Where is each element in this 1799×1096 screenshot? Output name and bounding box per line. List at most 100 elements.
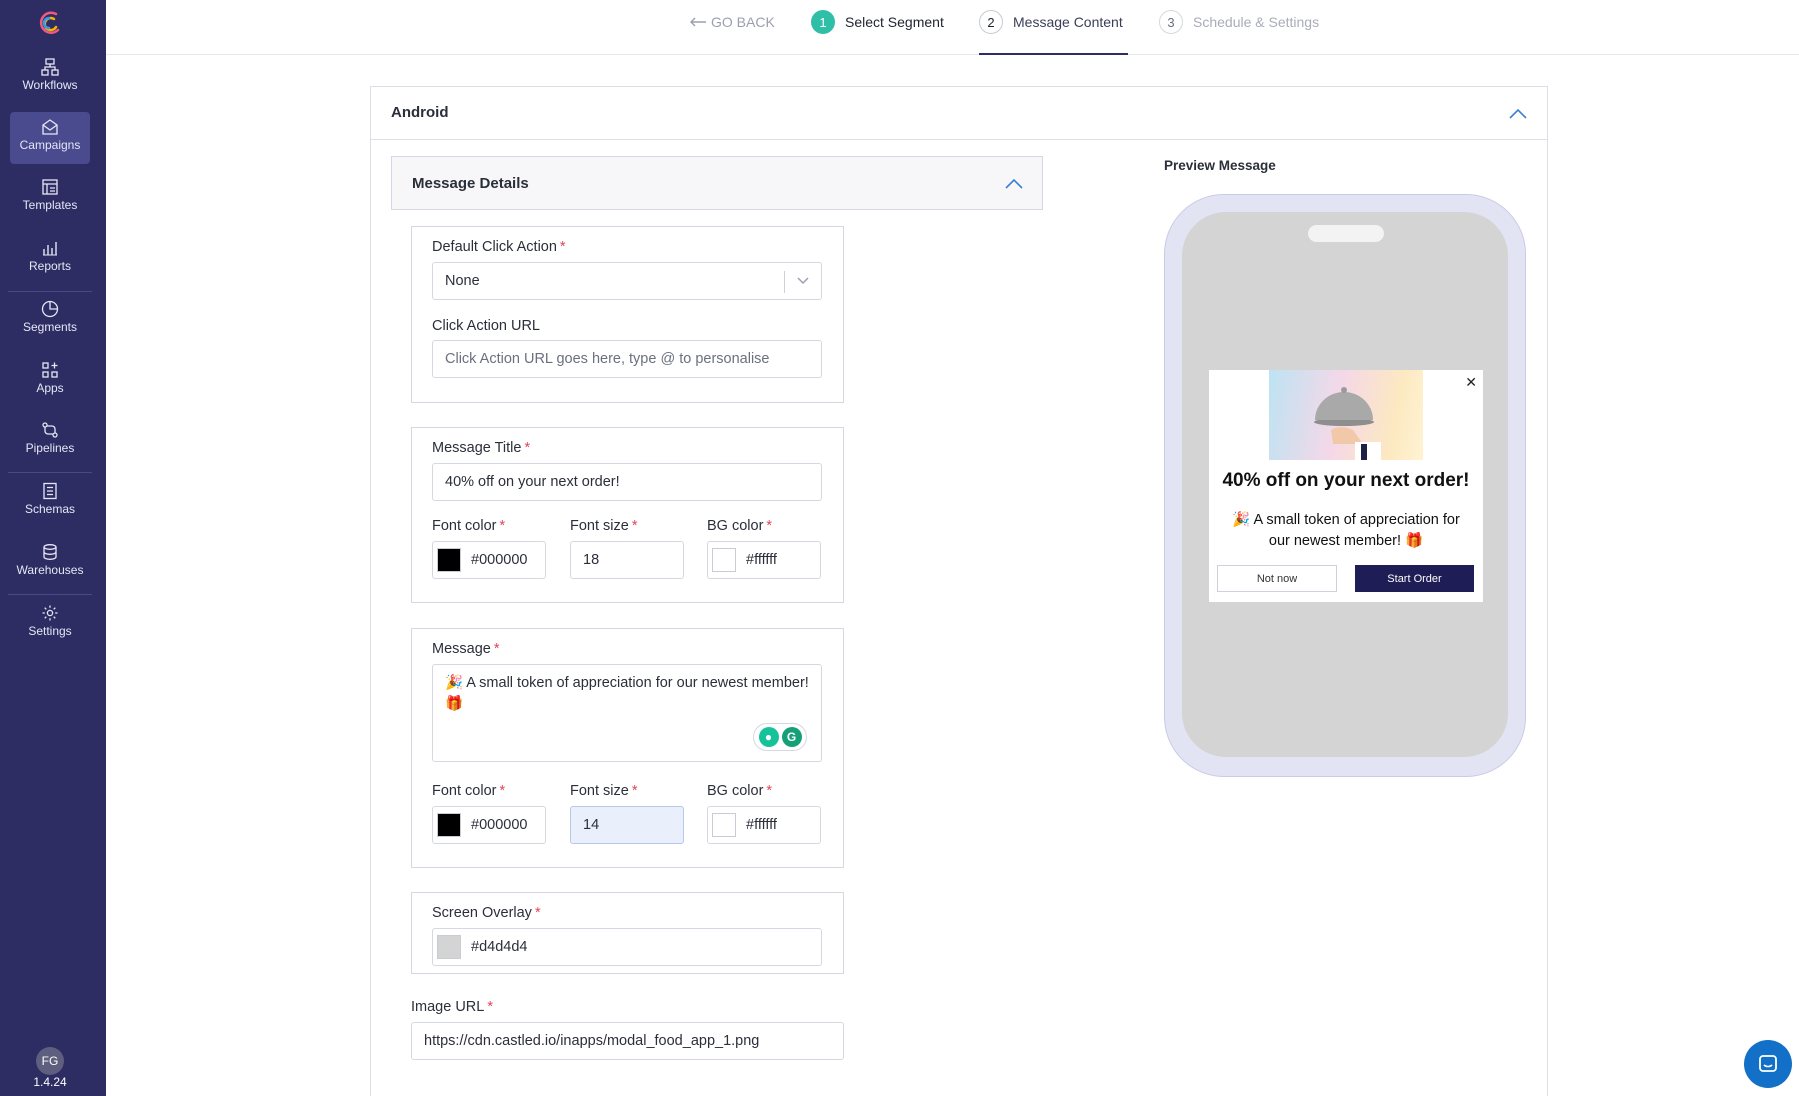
platform-panel-header[interactable]: Android xyxy=(371,87,1547,140)
step-schedule-settings[interactable]: 3 Schedule & Settings xyxy=(1159,10,1319,34)
message-bg-color-label: BG color * xyxy=(707,783,772,799)
step-message-content[interactable]: 2 Message Content xyxy=(979,10,1123,34)
color-swatch[interactable] xyxy=(437,548,461,572)
sidebar-item-label: Segments xyxy=(22,320,78,334)
close-icon[interactable]: ✕ xyxy=(1465,374,1477,391)
sidebar-item-label: Workflows xyxy=(22,78,78,92)
color-value: #d4d4d4 xyxy=(471,939,528,955)
default-click-action-label: Default Click Action * xyxy=(432,239,566,255)
app-version: 1.4.24 xyxy=(33,1075,67,1089)
sidebar-item-label: Reports xyxy=(28,259,72,273)
required-asterisk: * xyxy=(487,999,493,1015)
lightbulb-icon[interactable]: ● xyxy=(758,727,779,747)
required-asterisk: * xyxy=(499,783,506,799)
chevron-up-icon[interactable] xyxy=(1005,178,1023,190)
sidebar-item-label: Warehouses xyxy=(16,563,84,577)
click-action-url-input[interactable]: Click Action URL goes here, type @ to pe… xyxy=(432,340,822,378)
sidebar-item-warehouses[interactable]: Warehouses xyxy=(10,537,90,589)
default-click-action-select[interactable]: None xyxy=(432,262,822,300)
active-step-indicator xyxy=(979,53,1128,55)
sidebar-item-settings[interactable]: Settings xyxy=(10,598,90,650)
sidebar: Workflows Campaigns Templates Reports Se… xyxy=(0,0,106,1096)
nav-divider xyxy=(8,291,92,292)
sidebar-item-workflows[interactable]: Workflows xyxy=(10,52,90,104)
title-font-size-input[interactable]: 18 xyxy=(570,541,684,579)
message-font-color-label: Font color * xyxy=(432,783,505,799)
screen-overlay-input[interactable]: #d4d4d4 xyxy=(432,928,822,966)
message-label: Message * xyxy=(432,641,500,657)
step-number: 3 xyxy=(1159,10,1183,34)
required-asterisk: * xyxy=(534,905,541,921)
message-font-size-input[interactable]: 14 xyxy=(570,806,684,844)
label-text: Message xyxy=(432,641,491,657)
sidebar-item-apps[interactable]: Apps xyxy=(10,355,90,407)
label-text: Font size xyxy=(570,518,629,534)
label-text: Font color xyxy=(432,518,497,534)
color-swatch[interactable] xyxy=(712,813,736,837)
stepper-bar: GO BACK 1 Select Segment 2 Message Conte… xyxy=(106,0,1799,55)
phone-notch xyxy=(1308,225,1384,242)
preview-modal: ✕ 40% off on your next order! 🎉 A small … xyxy=(1209,370,1483,602)
start-order-button[interactable]: Start Order xyxy=(1355,565,1474,592)
sidebar-item-templates[interactable]: Templates xyxy=(10,172,90,224)
sidebar-item-reports[interactable]: Reports xyxy=(10,233,90,285)
preview-image xyxy=(1269,370,1423,460)
nav-divider xyxy=(8,594,92,595)
required-asterisk: * xyxy=(524,440,531,456)
color-swatch[interactable] xyxy=(437,813,461,837)
label-text: Image URL xyxy=(411,999,485,1015)
sidebar-item-schemas[interactable]: Schemas xyxy=(10,476,90,528)
title-bg-color-input[interactable]: #ffffff xyxy=(707,541,821,579)
required-asterisk: * xyxy=(493,641,500,657)
required-asterisk: * xyxy=(559,239,566,255)
castled-logo-icon[interactable] xyxy=(36,8,66,38)
color-swatch[interactable] xyxy=(712,548,736,572)
select-divider xyxy=(784,271,785,293)
preview-title: 40% off on your next order! xyxy=(1222,470,1470,491)
arrow-left-icon xyxy=(690,17,706,27)
title-bg-color-label: BG color * xyxy=(707,518,772,534)
message-title-input[interactable]: 40% off on your next order! xyxy=(432,463,822,501)
template-icon xyxy=(42,179,58,195)
schemas-icon xyxy=(43,482,57,500)
chat-launcher-button[interactable] xyxy=(1744,1040,1792,1088)
title-font-color-input[interactable]: #000000 xyxy=(432,541,546,579)
message-textarea[interactable]: 🎉 A small token of appreciation for our … xyxy=(432,664,822,762)
workflow-icon xyxy=(41,58,59,76)
sidebar-item-pipelines[interactable]: Pipelines xyxy=(10,415,90,467)
preview-message-text: 🎉 A small token of appreciation for our … xyxy=(1232,512,1460,549)
sidebar-item-segments[interactable]: Segments xyxy=(10,294,90,346)
message-bg-color-input[interactable]: #ffffff xyxy=(707,806,821,844)
avatar[interactable]: FG xyxy=(36,1047,64,1075)
required-asterisk: * xyxy=(766,783,773,799)
step-number: 1 xyxy=(811,10,835,34)
sidebar-item-campaigns[interactable]: Campaigns xyxy=(10,112,90,164)
color-value: #000000 xyxy=(471,552,528,568)
chevron-up-icon[interactable] xyxy=(1509,108,1527,120)
message-font-color-input[interactable]: #000000 xyxy=(432,806,546,844)
label-text: Message Title xyxy=(432,440,522,456)
step-label: Select Segment xyxy=(845,14,944,30)
step-select-segment[interactable]: 1 Select Segment xyxy=(811,10,944,34)
image-url-input[interactable]: https://cdn.castled.io/inapps/modal_food… xyxy=(411,1022,844,1060)
nav-divider xyxy=(8,472,92,473)
not-now-button[interactable]: Not now xyxy=(1217,565,1337,592)
message-details-header[interactable]: Message Details xyxy=(391,156,1043,210)
preview-message-label: Preview Message xyxy=(1164,158,1276,173)
grammarly-icon[interactable]: G xyxy=(781,727,802,747)
color-value: #ffffff xyxy=(746,552,777,568)
label-text: BG color xyxy=(707,783,764,799)
color-swatch[interactable] xyxy=(437,935,461,959)
grammarly-widget[interactable]: ● G xyxy=(753,723,807,751)
label-text: Font color xyxy=(432,783,497,799)
title-font-size-label: Font size * xyxy=(570,518,638,534)
label-text: Screen Overlay xyxy=(432,905,532,921)
go-back-label: GO BACK xyxy=(711,14,775,30)
chevron-down-icon xyxy=(797,277,809,285)
platform-title: Android xyxy=(391,104,449,121)
message-text: 🎉 A small token of appreciation for our … xyxy=(445,675,809,712)
campaign-icon xyxy=(42,119,58,135)
click-action-card: Default Click Action * None Click Action … xyxy=(411,226,844,403)
segments-icon xyxy=(41,300,59,318)
go-back-button[interactable]: GO BACK xyxy=(689,14,775,30)
